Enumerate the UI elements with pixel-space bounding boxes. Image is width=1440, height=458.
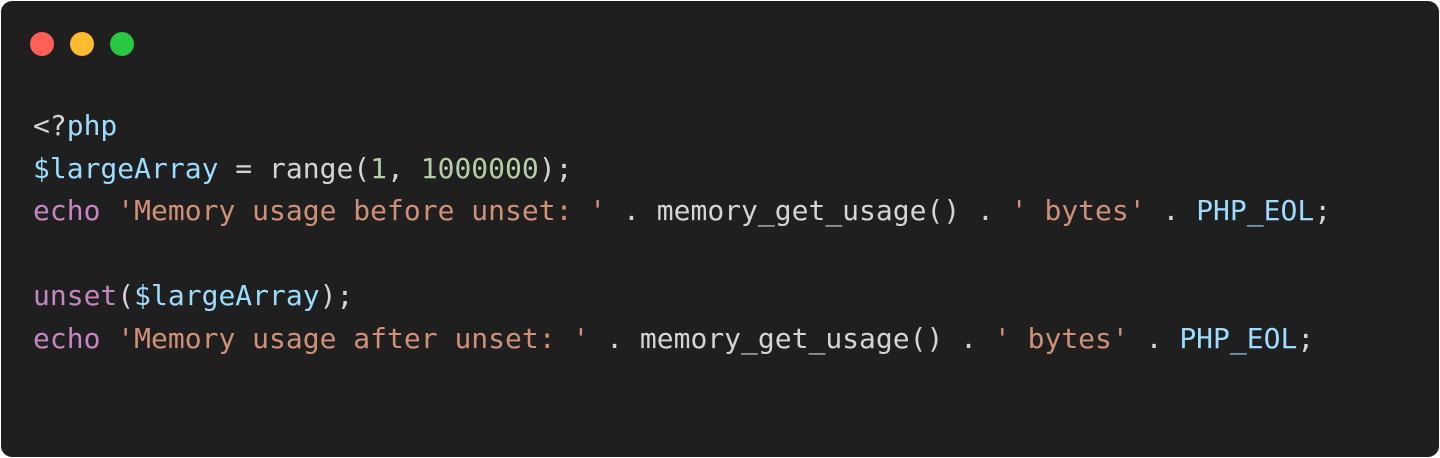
code-token-kw: echo: [33, 194, 101, 227]
code-token-plain: );: [538, 151, 573, 185]
code-token-kw: unset: [33, 279, 118, 312]
code-token-plain: <?: [33, 109, 67, 142]
minimize-dot-icon[interactable]: [70, 32, 94, 56]
code-line: $largeArray = range(1, 1000000);: [33, 148, 1331, 191]
code-line: unset($largeArray);: [33, 275, 1331, 318]
code-token-plain: .: [1145, 194, 1197, 227]
code-line: <?php: [33, 105, 1331, 148]
code-token-plain: ;: [1297, 321, 1315, 355]
code-token-plain: . memory_get_usage() .: [606, 194, 1011, 227]
code-token-str: 'Memory usage before unset: ': [117, 194, 607, 227]
code-token-num: 1000000: [420, 151, 539, 185]
code-token-plain: );: [319, 279, 354, 312]
code-token-plain: = range(: [218, 151, 371, 185]
code-window: <?php $largeArray = range(1, 1000000); ech…: [1, 1, 1439, 457]
code-token-plain: ,: [387, 151, 421, 185]
window-controls: [30, 32, 134, 56]
code-token-plain: .: [1128, 321, 1180, 355]
code-token-num: 1: [370, 151, 388, 185]
code-line: echo 'Memory usage before unset: ' . mem…: [33, 190, 1331, 233]
code-token-const: PHP_EOL: [1196, 194, 1315, 227]
code-block: <?php $largeArray = range(1, 1000000); ech…: [33, 105, 1331, 360]
code-token-var: php: [66, 109, 118, 142]
maximize-dot-icon[interactable]: [110, 32, 134, 56]
code-token-const: PHP_EOL: [1179, 321, 1298, 355]
code-line: echo 'Memory usage after unset: ' . memo…: [33, 318, 1331, 361]
code-token-plain: (: [117, 279, 135, 312]
code-token-str: 'Memory usage after unset: ': [117, 321, 590, 355]
close-dot-icon[interactable]: [30, 32, 54, 56]
code-token-str: ' bytes': [993, 321, 1129, 355]
code-token-str: ' bytes': [1010, 194, 1146, 227]
code-token-plain: ;: [1314, 194, 1332, 227]
code-token-kw: echo: [33, 321, 101, 355]
code-token-plain: . memory_get_usage() .: [589, 321, 994, 355]
code-token-var: $largeArray: [134, 279, 320, 312]
code-token-var: $largeArray: [33, 151, 219, 185]
